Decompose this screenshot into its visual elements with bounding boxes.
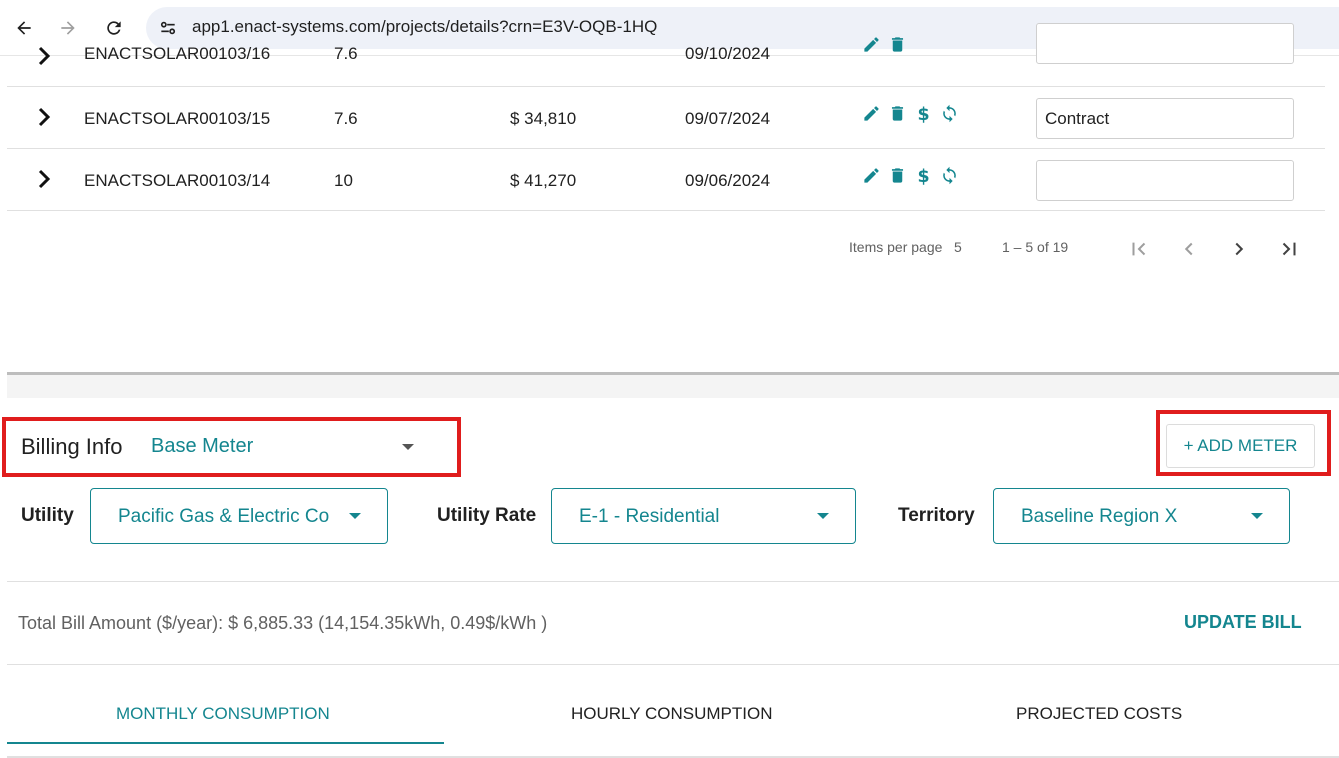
- status-field[interactable]: [1036, 160, 1294, 201]
- utility-select[interactable]: Pacific Gas & Electric Co: [90, 488, 388, 544]
- system-size: 7.6: [334, 109, 358, 128]
- divider: [7, 664, 1339, 665]
- system-size: 7.6: [334, 44, 358, 63]
- proposal-price: $ 41,270: [510, 171, 577, 190]
- trash-icon[interactable]: [888, 35, 907, 54]
- tab-monthly-consumption[interactable]: MONTHLY CONSUMPTION: [116, 704, 330, 724]
- utility-label: Utility: [21, 505, 74, 526]
- first-page-icon: [1132, 242, 1146, 256]
- territory-value: Baseline Region X: [1021, 506, 1178, 527]
- caret-down-icon: [817, 513, 829, 519]
- row-actions: [862, 35, 907, 54]
- sync-icon[interactable]: [940, 166, 959, 185]
- status-field[interactable]: [1036, 23, 1294, 64]
- proposal-date: 09/06/2024: [685, 171, 771, 190]
- page-range-label: 1 – 5 of 19: [1002, 239, 1069, 255]
- caret-down-icon: [1251, 513, 1263, 519]
- proposal-date: 09/07/2024: [685, 109, 771, 128]
- items-per-page-label: Items per page: [849, 239, 943, 255]
- dollar-icon[interactable]: $: [914, 166, 933, 185]
- proposal-id: ENACTSOLAR00103/14: [84, 171, 271, 190]
- proposal-id: ENACTSOLAR00103/16: [84, 44, 271, 63]
- trash-icon[interactable]: [888, 166, 907, 185]
- billing-info-title: Billing Info: [21, 434, 123, 459]
- chevron-right-icon: [1235, 242, 1244, 256]
- chevron-right-icon[interactable]: [37, 46, 53, 66]
- caret-down-icon: [349, 513, 361, 519]
- first-page-button[interactable]: [1126, 236, 1152, 262]
- tab-hourly-consumption[interactable]: HOURLY CONSUMPTION: [571, 704, 773, 724]
- row-actions: $: [862, 104, 959, 123]
- edit-icon[interactable]: [862, 104, 881, 123]
- total-bill-amount: Total Bill Amount ($/year): $ 6,885.33 (…: [18, 613, 548, 633]
- proposal-id: ENACTSOLAR00103/15: [84, 109, 271, 128]
- dollar-icon[interactable]: $: [914, 104, 933, 123]
- proposal-price: $ 34,810: [510, 109, 577, 128]
- previous-page-button[interactable]: [1176, 236, 1202, 262]
- table-row[interactable]: ENACTSOLAR00103/16 7.6 09/10/2024: [7, 23, 1325, 87]
- utility-value: Pacific Gas & Electric Co: [118, 506, 330, 527]
- paginator: Items per page 5 1 – 5 of 19: [0, 232, 1339, 264]
- territory-label: Territory: [898, 505, 975, 526]
- active-tab-indicator: [7, 742, 444, 744]
- last-page-button[interactable]: [1276, 236, 1302, 262]
- chevron-left-icon: [1184, 242, 1193, 256]
- utility-rate-value: E-1 - Residential: [579, 506, 720, 527]
- add-meter-button[interactable]: + ADD METER: [1166, 424, 1315, 468]
- table-row[interactable]: ENACTSOLAR00103/15 7.6 $ 34,810 09/07/20…: [7, 87, 1325, 149]
- tab-projected-costs[interactable]: PROJECTED COSTS: [1016, 704, 1182, 724]
- chevron-right-icon[interactable]: [37, 107, 53, 127]
- section-divider: [7, 372, 1339, 400]
- edit-icon[interactable]: [862, 166, 881, 185]
- utility-rate-select[interactable]: E-1 - Residential: [551, 488, 856, 544]
- trash-icon[interactable]: [888, 104, 907, 123]
- svg-text:$: $: [917, 167, 929, 185]
- sync-icon[interactable]: [940, 104, 959, 123]
- status-field[interactable]: Contract: [1036, 98, 1294, 139]
- row-actions: $: [862, 166, 959, 185]
- meter-select[interactable]: Base Meter: [151, 435, 253, 458]
- last-page-icon: [1282, 242, 1296, 256]
- update-bill-button[interactable]: UPDATE BILL: [1184, 612, 1302, 633]
- next-page-button[interactable]: [1226, 236, 1252, 262]
- meter-dropdown-caret-icon[interactable]: [402, 444, 414, 450]
- items-per-page-select[interactable]: 5: [954, 239, 962, 255]
- utility-rate-label: Utility Rate: [437, 505, 537, 526]
- proposal-date: 09/10/2024: [685, 44, 771, 63]
- territory-select[interactable]: Baseline Region X: [993, 488, 1290, 544]
- table-row[interactable]: ENACTSOLAR00103/14 10 $ 41,270 09/06/202…: [7, 149, 1325, 211]
- svg-text:$: $: [917, 105, 929, 123]
- edit-icon[interactable]: [862, 35, 881, 54]
- divider: [7, 581, 1339, 582]
- system-size: 10: [334, 171, 353, 190]
- chevron-right-icon[interactable]: [37, 169, 53, 189]
